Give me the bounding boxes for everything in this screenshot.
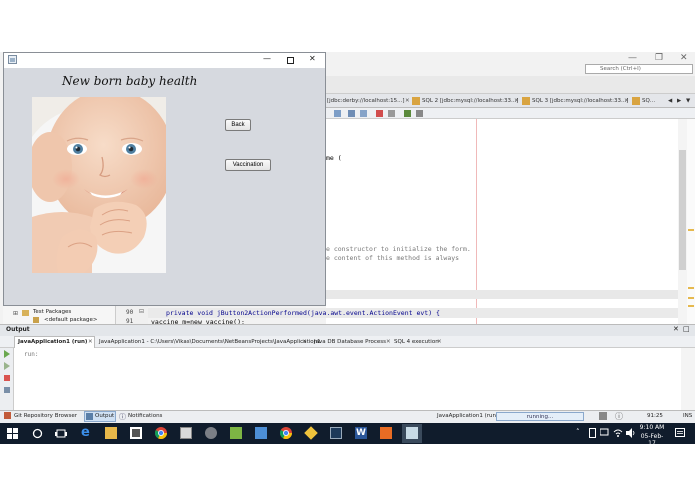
error-stripe <box>687 119 695 324</box>
vaccination-button[interactable]: Vaccination <box>225 159 271 171</box>
status-git[interactable]: Git Repository Browser <box>14 411 77 421</box>
minimize-icon[interactable]: — <box>263 54 271 63</box>
action-center-icon[interactable] <box>675 428 685 438</box>
tab-sql3[interactable]: SQL 3 [jdbc:mysql://localhost:33...] <box>532 95 628 107</box>
tab-scroll-right-icon[interactable]: ▶ <box>677 95 681 107</box>
search-input[interactable]: Search (Ctrl+I) <box>585 64 693 74</box>
folded-region <box>326 290 678 299</box>
edge-icon[interactable]: e <box>81 426 93 439</box>
code-comment-line: e content of this method is always <box>326 254 460 262</box>
tab-list-icon[interactable]: ▼ <box>686 95 690 107</box>
output-title: Output <box>6 326 30 333</box>
close-icon[interactable]: ✕ <box>680 53 688 63</box>
wifi-icon[interactable] <box>613 428 623 438</box>
status-notifications[interactable]: Notifications <box>128 411 162 421</box>
tab-close-icon[interactable]: ✕ <box>405 95 410 107</box>
output-sidebar <box>0 348 14 410</box>
status-output[interactable]: Output <box>95 411 114 421</box>
git-icon <box>4 412 11 419</box>
app-icon[interactable] <box>230 427 242 439</box>
maximize-icon[interactable] <box>287 57 294 64</box>
battery-icon[interactable] <box>589 428 596 438</box>
cortana-icon[interactable] <box>32 428 43 439</box>
network-icon[interactable] <box>600 428 610 437</box>
code-line: me ( <box>326 154 342 162</box>
tab-build[interactable]: JavaApplication1 - C:\Users\Vikas\Docume… <box>99 337 321 348</box>
tab-close-icon[interactable]: ✕ <box>302 337 307 348</box>
tab-close-icon[interactable]: ✕ <box>514 95 519 107</box>
output-icon <box>86 413 93 420</box>
collapse-icon[interactable]: ⊞ <box>13 310 18 317</box>
code-comment-line: e constructor to initialize the form. <box>326 245 471 253</box>
status-mode: INS <box>683 413 693 419</box>
minimize-icon[interactable]: — <box>628 53 637 63</box>
tab-sql2[interactable]: SQL 2 [jdbc:mysql://localhost:33...] <box>422 95 518 107</box>
app-icon[interactable] <box>380 427 392 439</box>
project-item[interactable]: Test Packages <box>33 309 71 315</box>
netbeans-app-icon[interactable] <box>406 427 418 439</box>
tab-sql4[interactable]: SQL 4 execution <box>394 337 439 348</box>
file-explorer-icon[interactable] <box>105 427 117 439</box>
tab-close-icon[interactable]: ✕ <box>437 337 442 348</box>
app-icon[interactable] <box>180 427 192 439</box>
status-position: 91:25 <box>647 413 663 419</box>
sql-icon <box>412 97 420 105</box>
code-method-line: private void jButton2ActionPerformed(jav… <box>166 309 440 317</box>
maximize-icon[interactable]: ❐ <box>655 53 663 63</box>
word-icon[interactable]: W <box>355 427 367 439</box>
store-icon[interactable] <box>130 427 142 439</box>
tab-scroll-left-icon[interactable]: ◀ <box>668 95 672 107</box>
notifications-icon: ⓘ <box>119 413 126 421</box>
back-button[interactable]: Back <box>225 119 251 131</box>
chrome-icon[interactable] <box>155 427 167 439</box>
windows-start-icon[interactable] <box>7 428 18 439</box>
clock-time[interactable]: 9:10 AM <box>639 424 665 431</box>
status-app: JavaApplication1 (run) <box>437 413 499 419</box>
tab-javadb[interactable]: Java DB Database Process <box>314 337 386 348</box>
scrollbar-thumb[interactable] <box>679 150 686 270</box>
project-item[interactable]: <default package> <box>44 317 98 323</box>
chrome-icon[interactable] <box>280 427 292 439</box>
editor-toolbar <box>326 108 695 119</box>
console-text: run: <box>24 351 39 358</box>
output-console[interactable] <box>14 348 681 410</box>
clock-date[interactable]: 05-Feb-17 <box>637 433 667 447</box>
output-scrollbar[interactable] <box>681 348 695 410</box>
toolbar <box>326 76 695 94</box>
app-icon[interactable] <box>205 427 217 439</box>
fold-icon[interactable]: ⊟ <box>139 308 144 315</box>
progress-bar: running... <box>496 412 584 421</box>
task-view-icon[interactable] <box>55 428 67 439</box>
cancel-task-icon[interactable] <box>599 412 607 420</box>
tab-run[interactable]: JavaApplication1 (run) <box>18 337 87 348</box>
sql-icon <box>632 97 640 105</box>
info-icon[interactable]: ⓘ <box>615 411 623 422</box>
sql-icon <box>522 97 530 105</box>
tab-sq[interactable]: SQ... <box>642 95 655 107</box>
tab-close-icon[interactable]: ✕ <box>624 95 629 107</box>
app-icon[interactable] <box>330 427 342 439</box>
java-app-icon <box>8 55 17 64</box>
tab-derby[interactable]: [jdbc:derby://localhost:15...] <box>327 95 405 107</box>
close-icon[interactable]: ✕ <box>673 325 679 333</box>
package-icon <box>22 310 29 316</box>
close-icon[interactable]: ✕ <box>309 54 316 63</box>
volume-icon[interactable] <box>626 428 636 438</box>
output-header <box>0 324 695 336</box>
package-icon <box>33 317 39 323</box>
show-hidden-icon[interactable]: ˄ <box>576 428 580 436</box>
baby-photo <box>32 97 166 273</box>
tab-close-icon[interactable]: ✕ <box>386 337 391 348</box>
virtualbox-icon[interactable] <box>255 427 267 439</box>
tab-close-icon[interactable]: ✕ <box>88 337 93 348</box>
app-titlebar <box>4 53 325 68</box>
line-number: 90 <box>126 309 134 316</box>
app-heading: New born baby health <box>62 74 198 88</box>
minimize-panel-icon[interactable]: □ <box>683 325 690 333</box>
